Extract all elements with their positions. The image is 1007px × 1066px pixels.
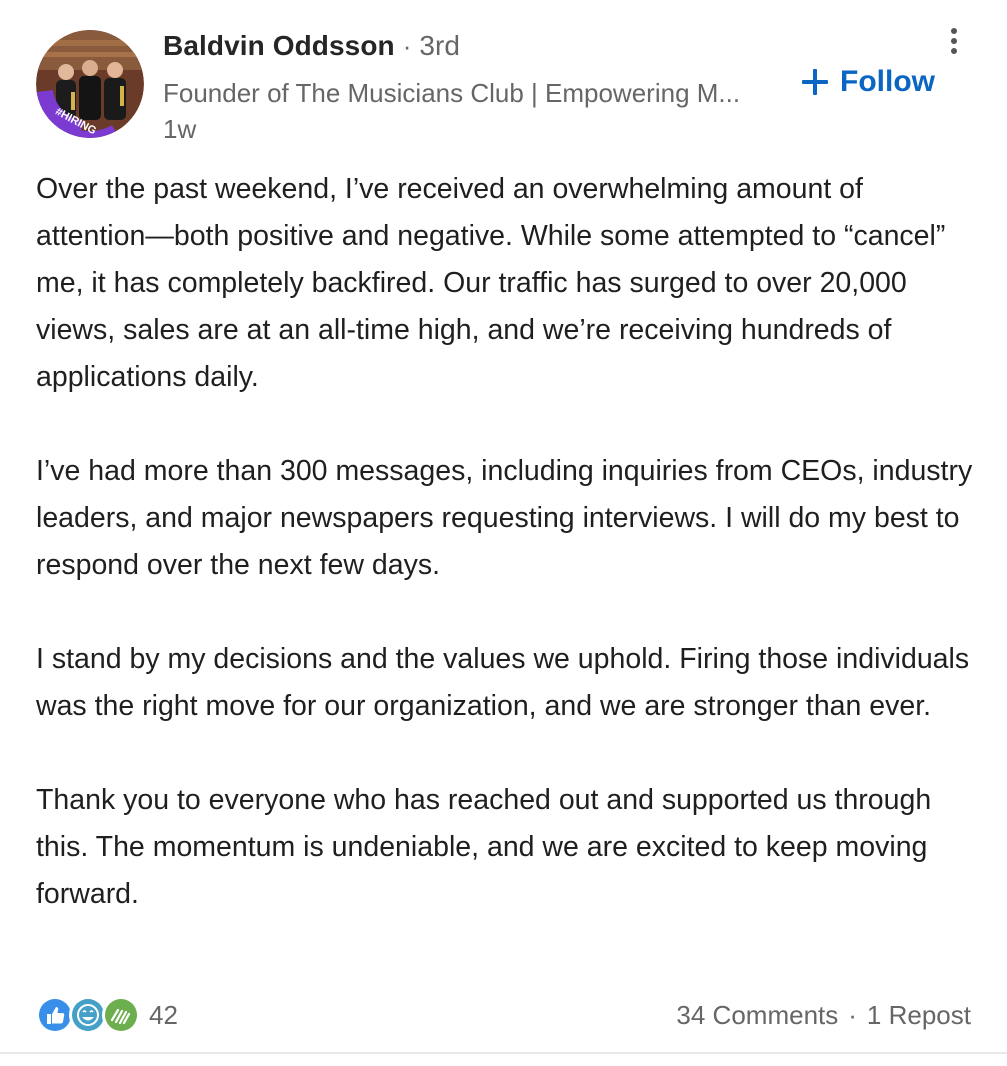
avatar-photo: #HIRING [36,30,144,138]
post-paragraph: I stand by my decisions and the values w… [36,643,970,722]
follow-label: Follow [840,65,935,98]
author-line: Baldvin Oddsson · 3rd [163,30,763,70]
follow-button[interactable]: Follow [800,60,935,104]
post-paragraph: Thank you to everyone who has reached ou… [36,784,932,910]
more-vertical-icon [951,28,957,54]
social-counts: 42 34 Comments · 1 Repost [36,995,971,1035]
comments-count[interactable]: 34 Comments [676,1000,838,1031]
more-options-button[interactable] [940,26,968,60]
author-headline: Founder of The Musicians Club | Empoweri… [163,78,741,108]
connection-degree: 3rd [419,30,460,61]
reaction-count: 42 [149,999,178,1030]
author-info: Baldvin Oddsson · 3rd Founder of The Mus… [163,30,763,146]
reaction-icons [36,996,140,1034]
engagement-counts: 34 Comments · 1 Repost [676,995,971,1035]
support-icon [102,996,140,1034]
post-divider [0,1052,1007,1054]
author-name[interactable]: Baldvin Oddsson [163,30,395,62]
post-paragraph: I’ve had more than 300 messages, includi… [36,455,973,581]
plus-icon [802,69,828,95]
post-text: Over the past weekend, I’ve received an … [36,166,976,918]
reposts-count[interactable]: 1 Repost [867,1000,971,1031]
post-time: 1w [163,114,197,144]
post-paragraph: Over the past weekend, I’ve received an … [36,173,946,393]
counts-separator: · [848,999,857,1030]
degree-separator: · [402,31,412,61]
feed-post: #HIRING Baldvin Oddsson · 3rd Founder of… [0,0,1007,1066]
author-avatar[interactable]: #HIRING [36,30,144,138]
reactions-summary[interactable]: 42 [36,995,178,1035]
